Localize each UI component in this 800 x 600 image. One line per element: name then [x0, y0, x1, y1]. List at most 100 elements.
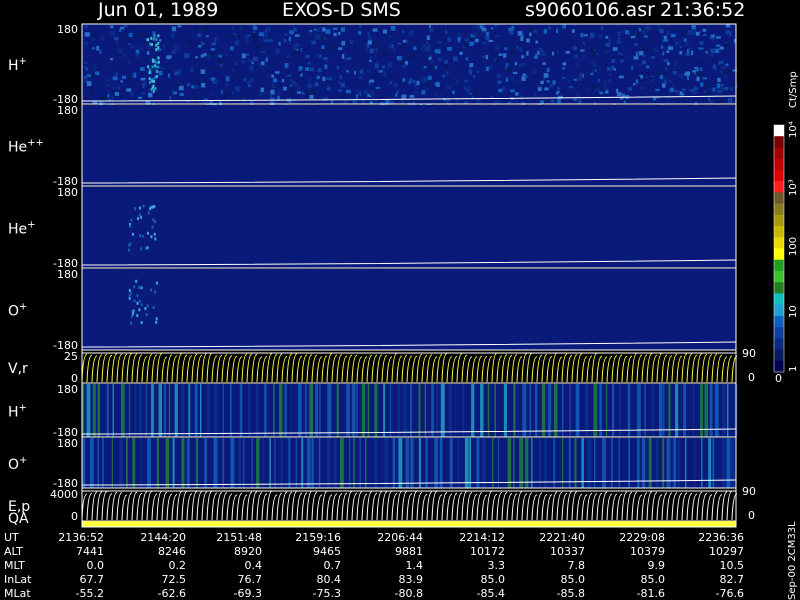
heat-stripe — [367, 384, 370, 437]
heat-cell — [642, 60, 646, 65]
heat-cell — [116, 86, 121, 90]
heat-cell — [136, 53, 139, 58]
orbit-cell: -75.3 — [313, 587, 341, 600]
orbit-cell: 76.7 — [238, 573, 263, 586]
colorbar-swatch — [774, 349, 784, 362]
heat-cell — [374, 54, 377, 58]
heat-cell — [128, 43, 131, 46]
heat-cell — [281, 79, 285, 83]
orbit-cell: 0.7 — [324, 559, 342, 572]
heat-stripe — [112, 384, 114, 437]
heat-cell — [111, 96, 114, 100]
heat-cell — [206, 54, 212, 59]
heat-cell — [140, 320, 143, 324]
heat-cell — [722, 30, 725, 35]
heat-stripe — [581, 438, 584, 488]
heat-cell — [239, 26, 243, 31]
panel-label-sup: + — [19, 56, 27, 67]
heat-cell — [650, 40, 655, 43]
heat-cell — [228, 90, 232, 95]
tick-right-bottom: 0 — [748, 509, 755, 522]
heat-cell — [663, 39, 669, 42]
heat-cell — [618, 75, 624, 79]
heat-cell — [195, 79, 200, 85]
heat-cell — [463, 86, 467, 91]
heat-cell — [305, 54, 310, 58]
heat-stripe — [480, 384, 484, 437]
heat-cell — [307, 83, 313, 89]
heat-cell — [288, 36, 292, 42]
tick-right-top: 90 — [742, 347, 756, 360]
heat-cell — [502, 86, 506, 91]
heat-cell — [369, 79, 374, 83]
heat-cell — [94, 71, 100, 76]
heat-cell — [244, 35, 250, 39]
orbit-cell: 82.7 — [720, 573, 745, 586]
heat-cell — [158, 71, 163, 76]
heat-cell — [231, 27, 235, 30]
heat-cell — [589, 36, 592, 40]
heat-stripe — [230, 438, 235, 488]
heat-cell — [368, 34, 371, 39]
heat-stripe — [517, 384, 519, 437]
heat-cell — [243, 78, 247, 82]
heat-stripe — [298, 384, 302, 437]
heat-cell — [356, 90, 361, 93]
heat-cell — [258, 92, 263, 97]
heat-cell — [194, 69, 200, 75]
heat-cell — [131, 45, 135, 49]
heat-cell — [707, 97, 711, 102]
orbit-cell: 2159:16 — [295, 531, 341, 544]
heat-cell — [631, 66, 634, 70]
heat-cell — [234, 62, 238, 66]
heat-cell — [422, 43, 426, 49]
heat-cell — [689, 89, 695, 92]
heat-cell — [241, 53, 246, 59]
colorbar-tick: 1 — [788, 366, 799, 372]
heat-cell — [541, 51, 546, 56]
heat-cell — [157, 41, 160, 45]
heat-cell — [195, 25, 198, 31]
heat-cell — [346, 57, 352, 60]
heat-stripe — [637, 384, 641, 437]
heat-cell — [446, 71, 449, 74]
heat-cell — [293, 44, 298, 49]
heat-cell — [415, 86, 419, 90]
heat-cell — [608, 39, 611, 42]
heat-stripe — [158, 384, 163, 437]
heat-cell — [367, 69, 371, 73]
heat-cell — [650, 77, 653, 81]
heat-cell — [717, 77, 721, 82]
heat-cell — [155, 320, 158, 324]
heat-cell — [293, 27, 297, 32]
heat-cell — [296, 85, 301, 91]
heat-cell — [311, 40, 317, 45]
heat-cell — [470, 41, 475, 46]
heat-cell — [618, 54, 623, 58]
heat-cell — [662, 51, 665, 56]
heat-cell — [150, 43, 153, 47]
heat-cell — [663, 80, 666, 84]
heat-cell — [473, 26, 477, 30]
heat-cell — [663, 36, 667, 40]
heat-cell — [130, 92, 134, 97]
heat-cell — [154, 59, 157, 63]
heat-cell — [205, 35, 209, 38]
heat-stripe — [318, 438, 321, 488]
heat-cell — [606, 67, 611, 71]
heat-stripe — [513, 438, 515, 488]
heat-cell — [430, 59, 434, 64]
heat-stripe — [389, 384, 391, 437]
heat-cell — [305, 67, 309, 71]
heat-cell — [600, 26, 604, 30]
heat-cell — [416, 80, 420, 86]
heat-cell — [194, 95, 198, 101]
heat-stripe — [469, 438, 471, 488]
heat-cell — [215, 82, 218, 86]
heat-cell — [154, 75, 157, 79]
heat-stripe — [531, 438, 533, 488]
heat-cell — [384, 75, 388, 78]
heat-cell — [358, 76, 363, 80]
heat-cell — [719, 70, 724, 74]
colorbar-swatch — [774, 203, 784, 216]
